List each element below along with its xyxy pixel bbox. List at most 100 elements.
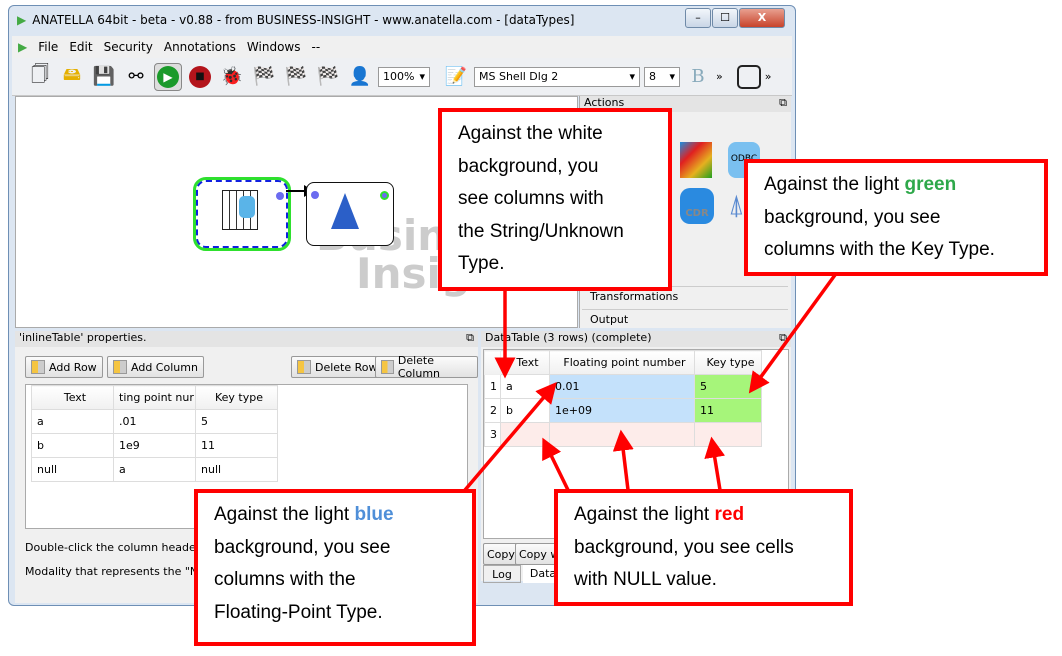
new-icon[interactable]: 🗍 [26,63,54,91]
column-header[interactable]: Floating point number [549,350,695,375]
menu-edit[interactable]: Edit [69,40,92,54]
app-logo-icon: ▶ [17,13,27,27]
delete-column-icon [381,360,394,374]
debug-icon[interactable]: 🐞 [218,63,246,91]
notepad-icon[interactable]: 📝 [442,63,470,91]
key-cell[interactable]: 11 [694,398,762,423]
null-cell[interactable] [549,422,695,447]
add-row-button[interactable]: Add Row [25,356,103,378]
run-flag-3-icon[interactable]: 🏁 [314,63,342,91]
wizard-hat-icon [331,193,359,229]
status-port [380,191,389,200]
cell[interactable]: .01 [113,409,196,434]
float-icon[interactable]: ⧉ [466,331,474,347]
add-column-icon [113,360,127,374]
menu-security[interactable]: Security [104,40,153,54]
float-icon[interactable]: ⧉ [779,96,787,112]
table-row: b 1e9 11 [31,433,278,458]
copy-button[interactable]: Copy [483,543,519,565]
zoom-value: 100% [383,70,415,83]
open-icon[interactable]: 🖴 [58,63,86,91]
text-cell[interactable]: a [500,374,550,399]
float-cell[interactable]: 0.01 [549,374,695,399]
cell[interactable]: a [113,457,196,482]
delete-column-button[interactable]: Delete Column [375,354,478,380]
float-icon[interactable]: ⧉ [779,331,787,347]
table-row: 1 a 0.01 5 [484,374,762,399]
null-cell[interactable] [500,422,550,447]
null-cell[interactable] [694,422,762,447]
antenna-icon[interactable]: ⍋ [728,188,745,222]
datatable-title: DataTable (3 rows) (complete) ⧉ [481,331,791,347]
cdr-icon[interactable]: CDR [680,188,714,224]
window-title: ANATELLA 64bit - beta - v0.88 - from BUS… [32,13,575,27]
menu-file[interactable]: File [38,40,58,54]
table-row: a .01 5 [31,409,278,434]
float-cell[interactable]: 1e+09 [549,398,695,423]
input-port[interactable] [311,191,319,199]
toolbar-overflow[interactable]: » [716,70,723,83]
column-header[interactable]: Text [500,350,550,375]
title-bar: ▶ ANATELLA 64bit - beta - v0.88 - from B… [9,6,795,34]
output-port[interactable] [276,192,284,200]
callout-green: Against the light green background, you s… [744,159,1048,276]
wizard-node[interactable] [306,182,394,246]
actions-item-output[interactable]: Output [582,309,788,327]
menu-logo-icon: ▶ [18,40,28,54]
user-icon[interactable]: 👤 [346,63,374,91]
table-row: 2 b 1e+09 11 [484,398,762,423]
table-row: 3 [484,422,762,447]
row-number: 3 [484,422,501,447]
add-row-icon [31,360,45,374]
menu-annotations[interactable]: Annotations [164,40,236,54]
maximize-button[interactable]: ☐ [712,8,738,28]
menu-more[interactable]: -- [312,40,321,54]
callout-blue: Against the light blue background, you se… [194,489,476,646]
shape-button[interactable] [736,64,761,89]
minimize-button[interactable]: – [685,8,711,28]
delete-row-button[interactable]: Delete Row [291,356,384,378]
font-size-select[interactable]: 8 ▾ [644,66,680,87]
row-number: 2 [484,398,501,423]
delete-row-icon [297,360,311,374]
table-database-icon [222,190,258,230]
run-flag-2-icon[interactable]: 🏁 [282,63,310,91]
cell[interactable]: 11 [195,433,278,458]
column-header[interactable]: Key type [195,385,278,410]
column-header[interactable]: Text [31,385,114,410]
close-button[interactable]: X [739,8,785,28]
text-cell[interactable]: b [500,398,550,423]
cell[interactable]: 5 [195,409,278,434]
callout-red: Against the light red background, you see… [554,489,853,606]
callout-white: Against the white background, you see colu… [438,108,672,291]
toolbar-overflow-2[interactable]: » [765,70,772,83]
row-number: 1 [484,374,501,399]
cell[interactable]: null [31,457,114,482]
bold-button[interactable]: B [684,63,712,91]
properties-title: 'inlineTable' properties. ⧉ [15,331,478,347]
column-header[interactable]: ting point nur [113,385,196,410]
table-row: null a null [31,457,278,482]
inline-table-node[interactable] [193,177,291,251]
cell[interactable]: null [195,457,278,482]
run-flag-icon[interactable]: 🏁 [250,63,278,91]
font-select[interactable]: MS Shell Dlg 2 ▾ [474,66,640,87]
cell[interactable]: b [31,433,114,458]
font-size-value: 8 [649,70,656,83]
add-column-button[interactable]: Add Column [107,356,204,378]
tab-log[interactable]: Log [483,565,521,583]
cell[interactable]: 1e9 [113,433,196,458]
key-cell[interactable]: 5 [694,374,762,399]
menu-bar: ▶ File Edit Security Annotations Windows… [12,36,792,58]
menu-windows[interactable]: Windows [247,40,301,54]
toolbar: 🗍 🖴 💾 ⚯ ▶ ■ 🐞 🏁 🏁 🏁 👤 100% ▾ 📝 MS Shell D… [12,58,792,96]
puzzle-icon[interactable] [680,142,712,178]
font-value: MS Shell Dlg 2 [479,70,559,83]
run-button[interactable]: ▶ [154,62,182,91]
zoom-select[interactable]: 100% ▾ [378,66,430,87]
save-icon[interactable]: 💾 [90,63,118,91]
cell[interactable]: a [31,409,114,434]
link-icon[interactable]: ⚯ [122,63,150,91]
column-header[interactable]: Key type [694,350,762,375]
stop-button[interactable]: ■ [186,63,214,91]
